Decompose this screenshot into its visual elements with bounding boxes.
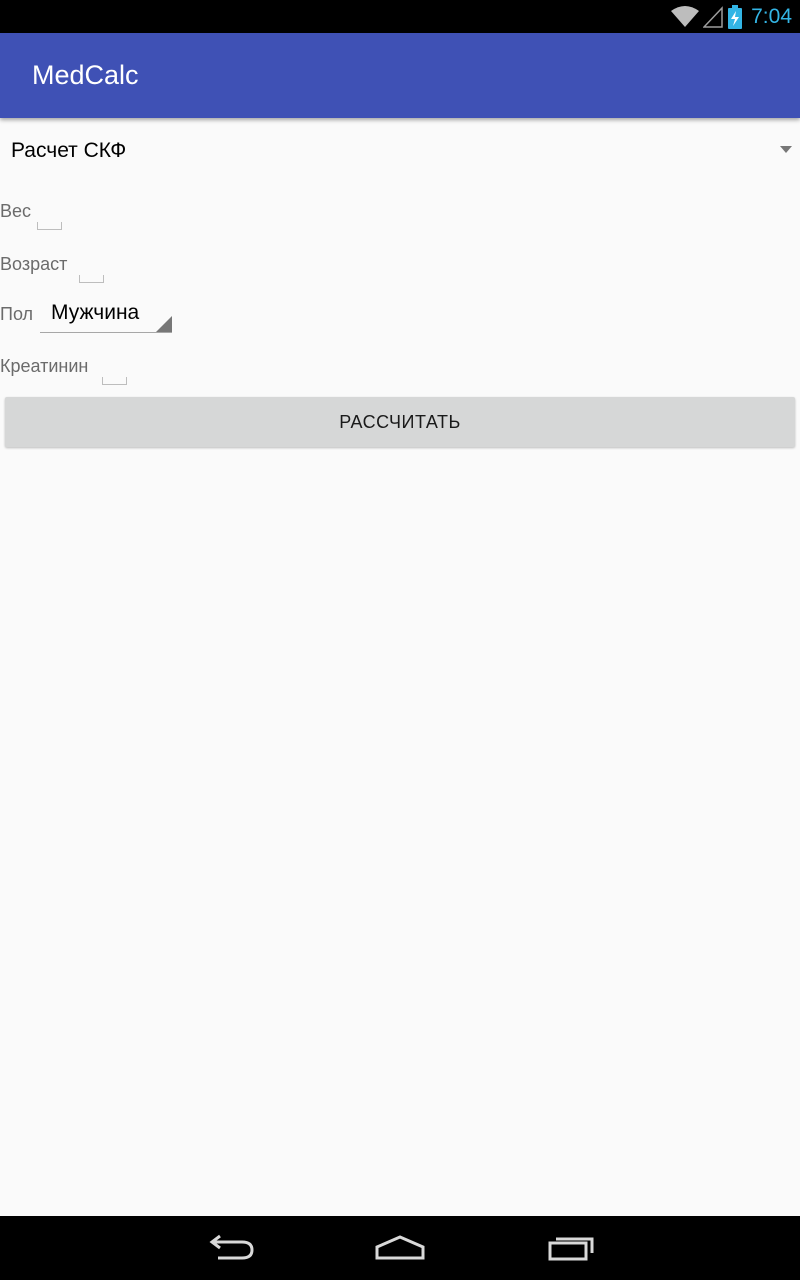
creatinine-input[interactable] bbox=[102, 377, 127, 385]
sex-selected: Мужчина bbox=[51, 301, 140, 324]
signal-icon bbox=[703, 6, 723, 28]
app-title: MedCalc bbox=[32, 60, 139, 90]
status-time: 7:04 bbox=[751, 5, 792, 28]
spinner-corner-icon bbox=[156, 316, 172, 332]
wifi-icon bbox=[671, 6, 700, 27]
age-input[interactable] bbox=[79, 275, 104, 283]
calculator-type-selected: Расчет СКФ bbox=[11, 139, 127, 162]
weight-input[interactable] bbox=[37, 222, 62, 230]
calculator-type-spinner[interactable]: Расчет СКФ bbox=[0, 126, 800, 176]
home-icon[interactable] bbox=[370, 1228, 430, 1268]
weight-label: Вес bbox=[0, 201, 32, 221]
status-icons: 7:04 bbox=[671, 4, 792, 30]
app-bar: MedCalc bbox=[0, 33, 800, 118]
sex-label: Пол bbox=[0, 304, 34, 324]
battery-charging-icon bbox=[728, 5, 743, 29]
back-icon[interactable] bbox=[200, 1228, 260, 1268]
creatinine-label: Креатинин bbox=[0, 356, 89, 376]
navigation-bar bbox=[0, 1216, 800, 1280]
sex-spinner[interactable]: Мужчина bbox=[40, 299, 172, 333]
recents-icon[interactable] bbox=[542, 1228, 602, 1268]
status-bar: 7:04 bbox=[0, 0, 800, 33]
dropdown-arrow-icon bbox=[780, 146, 792, 153]
age-label: Возраст bbox=[0, 254, 68, 274]
calculate-button[interactable]: РАССЧИТАТЬ bbox=[5, 397, 795, 447]
